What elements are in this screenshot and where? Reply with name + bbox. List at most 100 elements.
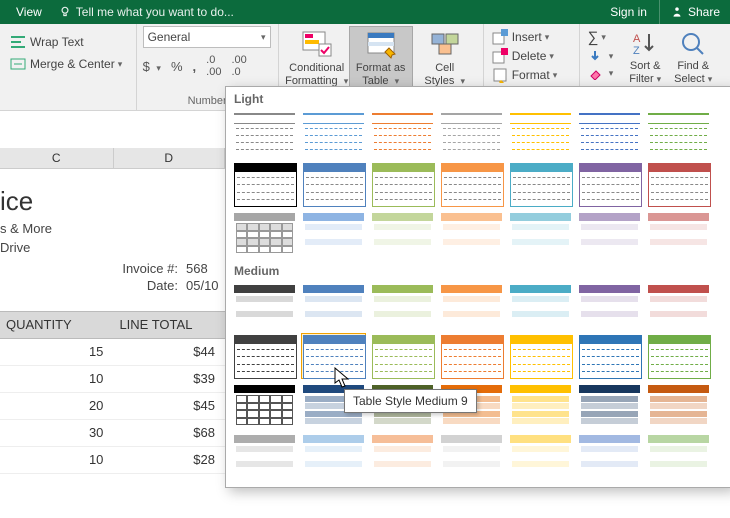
- sort-filter-button[interactable]: AZ Sort & Filter▾: [621, 26, 669, 86]
- table-style-swatch[interactable]: [577, 161, 642, 207]
- table-style-swatch[interactable]: [439, 211, 504, 257]
- table-row[interactable]: 30$68: [0, 420, 225, 447]
- insert-button[interactable]: Insert▾: [490, 28, 560, 46]
- table-style-swatch[interactable]: [577, 333, 642, 379]
- insert-icon: [492, 29, 508, 45]
- cell-total[interactable]: $28: [113, 447, 225, 473]
- table-row[interactable]: 20$45: [0, 393, 225, 420]
- fill-button[interactable]: ▾: [586, 48, 616, 64]
- number-format-combo[interactable]: General ▾: [143, 26, 271, 48]
- date-label: Date:: [0, 278, 178, 293]
- table-style-swatch[interactable]: [301, 283, 366, 329]
- table-style-swatch[interactable]: [508, 433, 573, 479]
- table-style-swatch[interactable]: [646, 211, 711, 257]
- table-style-swatch[interactable]: [439, 111, 504, 157]
- table-style-swatch[interactable]: [370, 283, 435, 329]
- share-button[interactable]: Share: [659, 0, 730, 24]
- table-style-swatch[interactable]: [439, 161, 504, 207]
- table-style-swatch[interactable]: [232, 333, 297, 379]
- table-style-swatch[interactable]: [370, 161, 435, 207]
- table-style-swatch[interactable]: [439, 433, 504, 479]
- table-style-swatch[interactable]: [577, 211, 642, 257]
- table-style-swatch[interactable]: [646, 161, 711, 207]
- table-style-swatch[interactable]: [577, 383, 642, 429]
- table-style-swatch[interactable]: [508, 333, 573, 379]
- table-style-swatch[interactable]: [301, 111, 366, 157]
- table-style-swatch[interactable]: [232, 383, 297, 429]
- table-style-swatch[interactable]: [508, 211, 573, 257]
- table-style-swatch[interactable]: [646, 433, 711, 479]
- cell-total[interactable]: $44: [113, 339, 225, 365]
- merge-center-button[interactable]: Merge & Center▾: [6, 54, 126, 74]
- invoice-label: Invoice #:: [0, 261, 178, 276]
- table-style-swatch[interactable]: [439, 333, 504, 379]
- table-style-swatch[interactable]: [508, 383, 573, 429]
- sign-in-link[interactable]: Sign in: [598, 5, 659, 19]
- table-style-swatch[interactable]: [301, 433, 366, 479]
- table-style-swatch[interactable]: [370, 333, 435, 379]
- increase-decimal-button[interactable]: .0.00: [206, 54, 221, 78]
- cell-qty[interactable]: 15: [0, 339, 113, 365]
- table-style-swatch[interactable]: [232, 111, 297, 157]
- format-button[interactable]: Format▾: [490, 66, 560, 84]
- table-style-swatch[interactable]: [577, 433, 642, 479]
- tell-me-search[interactable]: Tell me what you want to do...: [52, 5, 234, 19]
- table-style-gallery[interactable]: Light Medium Table Style Medium 9: [225, 86, 730, 488]
- table-style-swatch[interactable]: [646, 111, 711, 157]
- currency-button[interactable]: $ ▾: [143, 59, 161, 74]
- table-row[interactable]: 15$44: [0, 339, 225, 366]
- table-body: 15$4410$3920$4530$6810$28: [0, 339, 225, 474]
- percent-button[interactable]: %: [171, 59, 183, 74]
- table-style-swatch[interactable]: [577, 111, 642, 157]
- delete-button[interactable]: Delete▾: [490, 47, 560, 65]
- cell-total[interactable]: $39: [113, 366, 225, 392]
- cell-qty[interactable]: 10: [0, 447, 113, 473]
- comma-button[interactable]: ,: [193, 59, 197, 74]
- autosum-button[interactable]: ∑▾: [586, 28, 616, 47]
- table-style-swatch[interactable]: [646, 333, 711, 379]
- table-style-swatch[interactable]: [232, 283, 297, 329]
- header-line-total[interactable]: LINE TOTAL: [113, 312, 225, 338]
- table-row[interactable]: 10$28: [0, 447, 225, 474]
- table-style-swatch[interactable]: [370, 111, 435, 157]
- merge-dropdown-icon[interactable]: ▾: [118, 59, 123, 70]
- conditional-formatting-button[interactable]: Conditional Formatting ▾: [285, 26, 349, 88]
- col-d[interactable]: D: [114, 148, 226, 168]
- table-style-swatch[interactable]: [508, 111, 573, 157]
- tab-view[interactable]: View: [6, 0, 52, 24]
- clear-button[interactable]: ▾: [586, 65, 616, 81]
- svg-text:A: A: [633, 33, 641, 45]
- table-style-swatch[interactable]: [439, 283, 504, 329]
- table-style-swatch[interactable]: [508, 283, 573, 329]
- worksheet[interactable]: ice s & More Drive Invoice #:568 Date:05…: [0, 168, 225, 474]
- col-c[interactable]: C: [0, 148, 114, 168]
- find-select-button[interactable]: Find & Select▾: [669, 26, 717, 86]
- table-style-swatch[interactable]: [370, 211, 435, 257]
- table-style-swatch[interactable]: [301, 211, 366, 257]
- cell-total[interactable]: $68: [113, 420, 225, 446]
- cell-styles-button[interactable]: Cell Styles ▾: [413, 26, 477, 88]
- table-style-swatch[interactable]: [301, 161, 366, 207]
- share-label: Share: [688, 5, 720, 19]
- cell-qty[interactable]: 10: [0, 366, 113, 392]
- cell-qty[interactable]: 20: [0, 393, 113, 419]
- table-style-swatch[interactable]: [370, 433, 435, 479]
- conditional-label: Conditional Formatting: [285, 62, 344, 87]
- decrease-decimal-button[interactable]: .00.0: [231, 54, 246, 78]
- table-style-swatch[interactable]: [232, 211, 297, 257]
- table-style-swatch[interactable]: [232, 433, 297, 479]
- table-style-swatch[interactable]: [646, 283, 711, 329]
- cell-total[interactable]: $45: [113, 393, 225, 419]
- cell-qty[interactable]: 30: [0, 420, 113, 446]
- table-style-swatch[interactable]: [232, 161, 297, 207]
- wrap-text-button[interactable]: Wrap Text: [6, 32, 126, 52]
- table-row[interactable]: 10$39: [0, 366, 225, 393]
- format-as-table-button[interactable]: Format as Table ▾: [349, 26, 413, 89]
- table-style-swatch[interactable]: [508, 161, 573, 207]
- table-style-swatch[interactable]: [646, 383, 711, 429]
- date-value: 05/10: [178, 278, 219, 293]
- header-quantity[interactable]: QUANTITY: [0, 312, 113, 338]
- insert-label: Insert: [512, 30, 542, 44]
- table-style-swatch[interactable]: [301, 333, 366, 379]
- table-style-swatch[interactable]: [577, 283, 642, 329]
